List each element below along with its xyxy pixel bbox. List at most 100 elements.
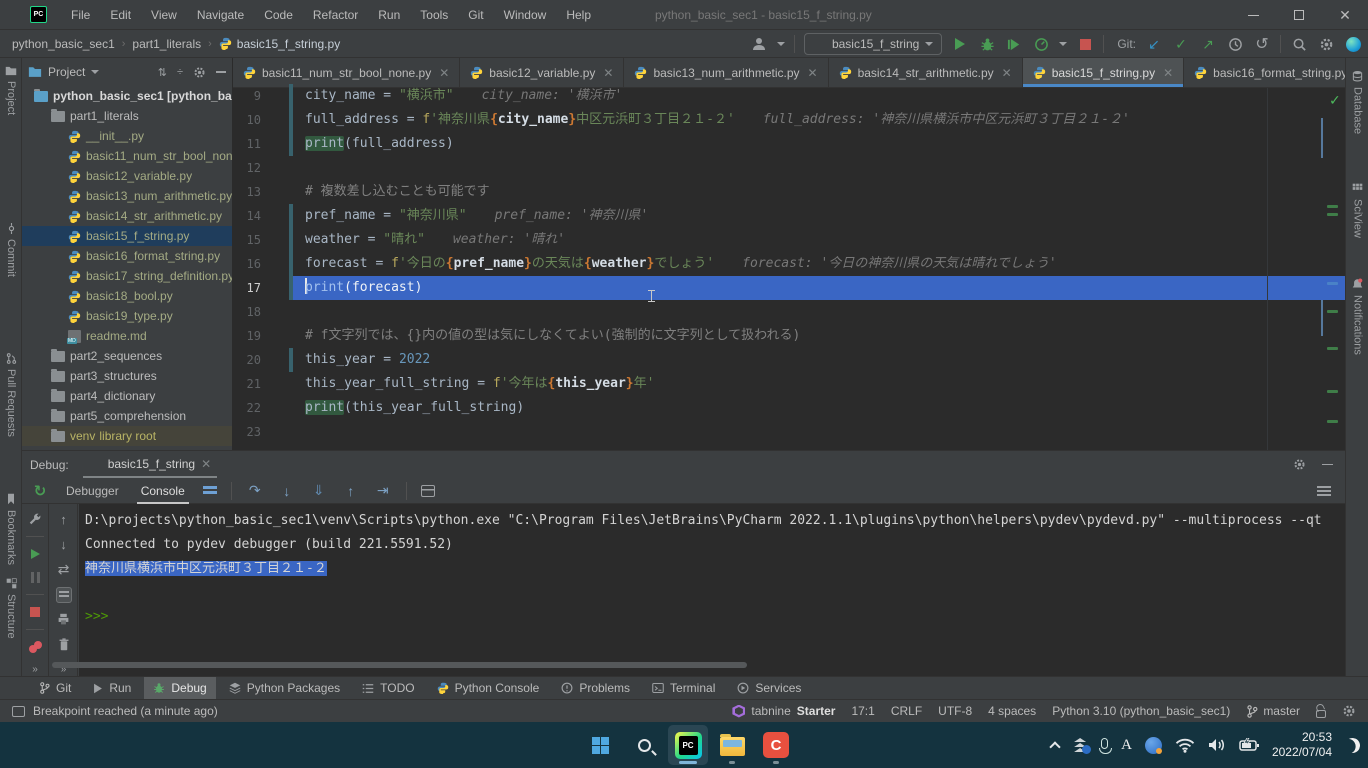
run-to-cursor-icon[interactable]: ⇥ [374, 482, 392, 499]
code-line-12[interactable]: 12 [233, 156, 1345, 180]
clear-console-trash-icon[interactable] [56, 636, 72, 652]
view-breakpoints-icon[interactable] [27, 640, 43, 654]
tray-sync-icon[interactable] [1072, 738, 1088, 752]
code-text[interactable]: this_year = 2022 [293, 348, 1345, 372]
tabnine-status[interactable]: tabnine Starter [732, 704, 835, 718]
debug-settings-gear-icon[interactable] [1293, 458, 1306, 471]
minimize-button[interactable] [1230, 0, 1276, 30]
code-line-19[interactable]: 19# f文字列では、{}内の値の型は気にしなくてよい(強制的に文字列として扱わ… [233, 324, 1345, 348]
code-line-23[interactable]: 23 [233, 420, 1345, 444]
menu-navigate[interactable]: Navigate [187, 0, 254, 30]
taskbar-pycharm-button[interactable] [668, 725, 708, 765]
code-line-9[interactable]: 9city_name = "横浜市"city_name: '横浜市' [233, 84, 1345, 108]
code-line-11[interactable]: 11 print(full_address) [233, 132, 1345, 156]
evaluate-expression-icon[interactable] [421, 485, 435, 497]
battery-icon[interactable] [1239, 738, 1259, 752]
menu-tools[interactable]: Tools [410, 0, 458, 30]
close-icon[interactable]: ✕ [808, 66, 818, 80]
readonly-lock-icon[interactable] [1316, 710, 1326, 718]
code-text[interactable] [293, 420, 1345, 444]
wifi-icon[interactable] [1175, 737, 1195, 753]
tree-item-part5-comprehension[interactable]: part5_comprehension [22, 406, 232, 426]
tree-item-basic13-num-arithmetic-py[interactable]: basic13_num_arithmetic.py [22, 186, 232, 206]
line-number[interactable]: 23 [243, 420, 261, 444]
tree-item-basic16-format-string-py[interactable]: basic16_format_string.py [22, 246, 232, 266]
close-icon[interactable]: ✕ [1163, 66, 1173, 80]
menu-run[interactable]: Run [368, 0, 410, 30]
line-number[interactable]: 22 [243, 396, 261, 420]
scrollbar-thumb[interactable] [1321, 300, 1323, 336]
code-text[interactable]: this_year_full_string = f'今年は{this_year}… [293, 372, 1345, 396]
breadcrumb-item[interactable]: python_basic_sec1 [12, 37, 115, 51]
tree-item-part4-dictionary[interactable]: part4_dictionary [22, 386, 232, 406]
menu-edit[interactable]: Edit [100, 0, 141, 30]
tree-item-venv[interactable]: venv library root [22, 426, 232, 446]
line-number[interactable]: 11 [243, 132, 261, 156]
code-text[interactable]: forecast = f'今日の{pref_name}の天気は{weather}… [293, 252, 1345, 276]
pause-program-icon[interactable] [27, 570, 43, 584]
tree-item-part1-literals[interactable]: part1_literals [22, 106, 232, 126]
tree-item-part2-sequences[interactable]: part2_sequences [22, 346, 232, 366]
line-number[interactable]: 12 [243, 156, 261, 180]
code-line-18[interactable]: 18 [233, 300, 1345, 324]
line-separator[interactable]: CRLF [891, 704, 922, 718]
code-area[interactable]: 9city_name = "横浜市"city_name: '横浜市'10full… [233, 84, 1345, 450]
notifications-gear-icon[interactable] [1342, 704, 1356, 718]
menu-git[interactable]: Git [458, 0, 493, 30]
taskbar-explorer-button[interactable] [712, 725, 752, 765]
code-text[interactable]: pref_name = "神奈川県"pref_name: '神奈川県' [293, 204, 1345, 228]
tree-item-readme-md[interactable]: readme.md [22, 326, 232, 346]
step-out-icon[interactable]: ↑ [342, 483, 360, 499]
close-icon[interactable]: ✕ [603, 66, 613, 80]
git-push-icon[interactable]: ↗ [1199, 35, 1217, 53]
editor-tab-basic12_variable[interactable]: basic12_variable.py✕ [460, 58, 624, 87]
taskbar-camtasia-button[interactable]: C [756, 725, 796, 765]
microphone-icon[interactable] [1101, 738, 1108, 749]
breadcrumb-item-file[interactable]: basic15_f_string.py [219, 37, 340, 51]
editor-tab-basic11_num_str_bool_none[interactable]: basic11_num_str_bool_none.py✕ [233, 58, 460, 87]
line-number[interactable]: 14 [243, 204, 261, 228]
user-icon[interactable] [750, 35, 768, 53]
scrollbar-thumb[interactable] [1321, 118, 1323, 158]
menu-refactor[interactable]: Refactor [303, 0, 368, 30]
taskbar-clock[interactable]: 20:53 2022/07/04 [1272, 730, 1332, 760]
console-line[interactable]: Connected to pydev debugger (build 221.5… [85, 533, 1345, 557]
editor-tab-basic15_f_string[interactable]: basic15_f_string.py✕ [1023, 58, 1184, 87]
debug-button[interactable] [978, 35, 996, 53]
code-text[interactable] [293, 300, 1345, 324]
project-panel-title[interactable]: Project [48, 65, 85, 79]
code-line-17[interactable]: 17 print(forecast) [233, 276, 1345, 300]
tree-item-basic11-num-str-bool-none-py[interactable]: basic11_num_str_bool_none.py [22, 146, 232, 166]
panel-settings-gear-icon[interactable] [193, 66, 206, 79]
code-line-14[interactable]: 14 pref_name = "神奈川県"pref_name: '神奈川県' [233, 204, 1345, 228]
search-everywhere-icon[interactable] [1290, 35, 1308, 53]
status-message[interactable]: Breakpoint reached (a minute ago) [33, 704, 218, 718]
code-text[interactable]: weather = "晴れ"weather: '晴れ' [293, 228, 1345, 252]
profiler-dropdown-icon[interactable] [1059, 42, 1067, 46]
line-number[interactable]: 19 [243, 324, 261, 348]
print-icon[interactable] [56, 612, 72, 628]
console-settings-icon[interactable] [1317, 486, 1331, 496]
codewithme-sphere-icon[interactable] [1344, 35, 1362, 53]
line-number[interactable]: 10 [243, 108, 261, 132]
python-interpreter[interactable]: Python 3.10 (python_basic_sec1) [1052, 704, 1230, 718]
tool-window-button-terminal[interactable]: Terminal [643, 677, 724, 700]
code-text[interactable]: print(full_address) [293, 132, 1345, 156]
tool-stripe-notifications[interactable]: Notifications [1346, 278, 1368, 355]
code-line-22[interactable]: 22print(this_year_full_string) [233, 396, 1345, 420]
tool-stripe-bookmarks[interactable]: Bookmarks [0, 493, 22, 565]
editor-tab-basic13_num_arithmetic[interactable]: basic13_num_arithmetic.py✕ [624, 58, 828, 87]
inspection-ok-icon[interactable]: ✓ [1329, 92, 1341, 109]
line-number[interactable]: 13 [243, 180, 261, 204]
code-line-21[interactable]: 21 this_year_full_string = f'今年は{this_yea… [233, 372, 1345, 396]
code-text[interactable]: print(forecast) [293, 276, 1345, 300]
code-text[interactable] [293, 156, 1345, 180]
indent-setting[interactable]: 4 spaces [988, 704, 1036, 718]
close-icon[interactable]: ✕ [439, 66, 449, 80]
line-number[interactable]: 9 [243, 84, 261, 108]
line-number[interactable]: 17 [243, 276, 261, 300]
tab-console[interactable]: Console [137, 478, 189, 504]
line-number[interactable]: 21 [243, 372, 261, 396]
run-with-coverage-button[interactable] [1005, 35, 1023, 53]
tool-window-button-problems[interactable]: Problems [552, 677, 639, 700]
